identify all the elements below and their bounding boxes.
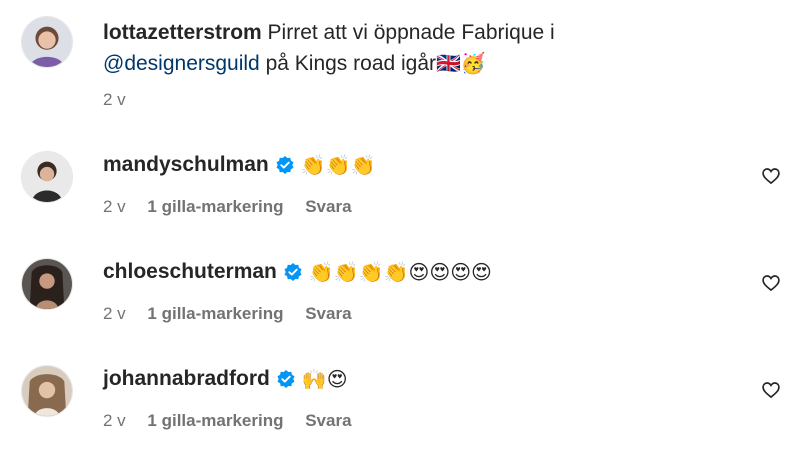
verified-badge-icon — [275, 155, 295, 175]
comment-meta: 2 v 1 gilla-markering Svara — [103, 197, 369, 217]
post-time[interactable]: 2 v — [103, 90, 126, 109]
caption-text: Pirret att vi öppnade Fabrique i — [261, 21, 555, 44]
post-author-username[interactable]: lottazetterstrom — [103, 21, 262, 44]
comment-time[interactable]: 2 v — [103, 304, 126, 323]
comment-username[interactable]: mandyschulman — [103, 150, 269, 180]
comment-avatar[interactable] — [21, 365, 73, 417]
comment-row: chloeschuterman 👏👏👏👏😍😍😍😍 — [103, 257, 492, 287]
caption-emojis: 🇬🇧🥳 — [436, 51, 486, 75]
comment-likes[interactable]: 1 gilla-markering — [147, 411, 283, 430]
comment-username[interactable]: johannabradford — [103, 364, 270, 394]
mention-link[interactable]: @designersguild — [103, 52, 260, 75]
comment-avatar[interactable] — [21, 258, 73, 310]
comment-time[interactable]: 2 v — [103, 197, 126, 216]
caption-text-end: på Kings road igår — [259, 52, 437, 75]
comment-avatar[interactable] — [21, 151, 73, 203]
comment-likes[interactable]: 1 gilla-markering — [147, 197, 283, 216]
comment-emojis: 👏👏👏👏😍😍😍😍 — [308, 260, 492, 284]
comment-time[interactable]: 2 v — [103, 411, 126, 430]
comment-username[interactable]: chloeschuterman — [103, 257, 277, 287]
post-caption: lottazetterstrom Pirret att vi öppnade F… — [103, 18, 663, 79]
like-heart-icon[interactable] — [761, 380, 781, 400]
post-author-avatar[interactable] — [21, 16, 73, 68]
comment-emojis: 🙌😍 — [301, 367, 348, 391]
comment-emojis: 👏👏👏 — [300, 153, 376, 177]
comment-meta: 2 v 1 gilla-markering Svara — [103, 304, 369, 324]
comment-likes[interactable]: 1 gilla-markering — [147, 304, 283, 323]
post-meta: 2 v — [103, 90, 143, 110]
reply-button[interactable]: Svara — [305, 304, 351, 323]
like-heart-icon[interactable] — [761, 166, 781, 186]
comment-row: johannabradford 🙌😍 — [103, 364, 348, 394]
comment-row: mandyschulman 👏👏👏 — [103, 150, 375, 180]
reply-button[interactable]: Svara — [305, 411, 351, 430]
verified-badge-icon — [276, 369, 296, 389]
reply-button[interactable]: Svara — [305, 197, 351, 216]
verified-badge-icon — [283, 262, 303, 282]
comment-meta: 2 v 1 gilla-markering Svara — [103, 411, 369, 431]
like-heart-icon[interactable] — [761, 273, 781, 293]
